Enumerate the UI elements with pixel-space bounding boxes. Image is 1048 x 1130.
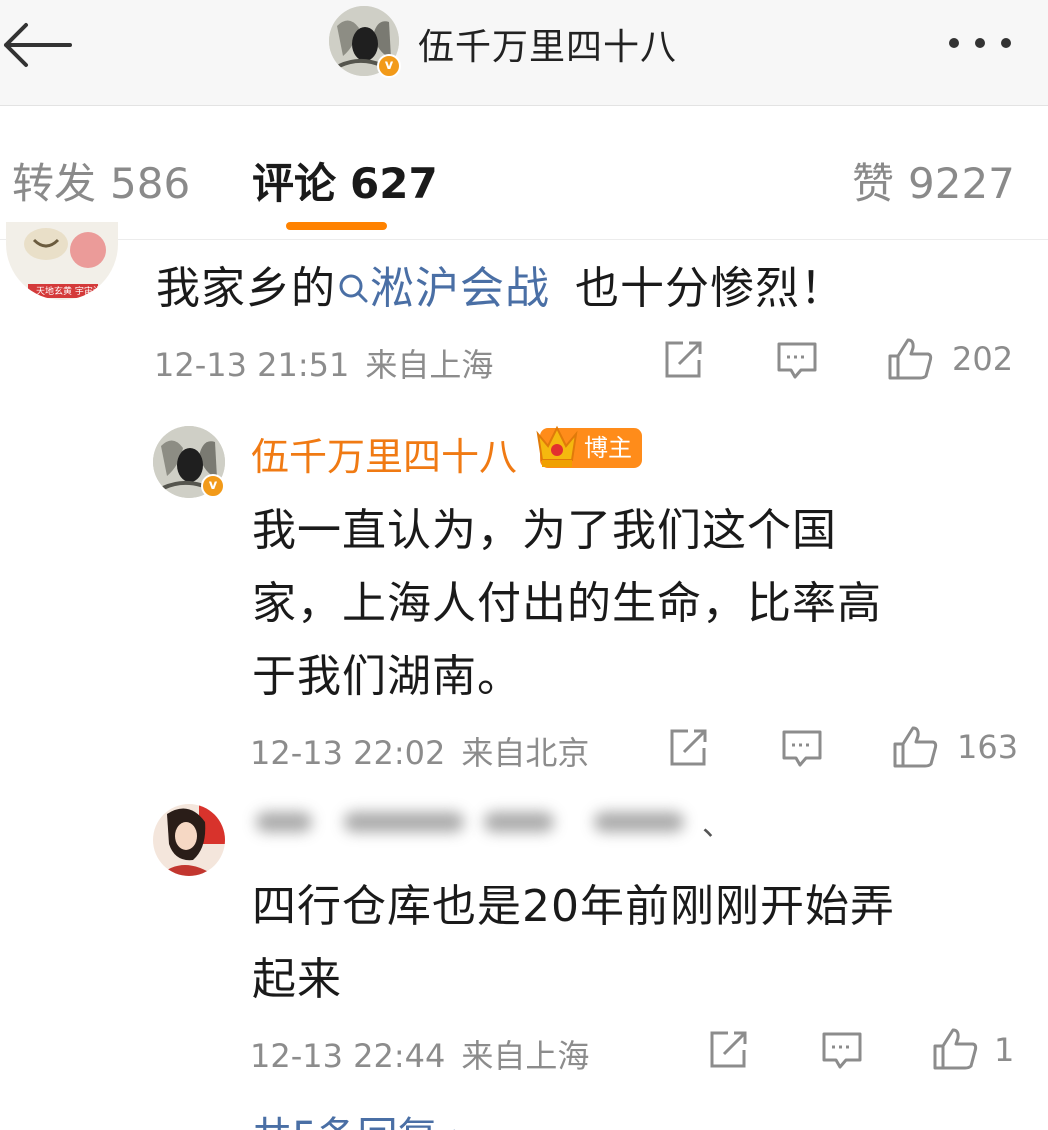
redacted-name [484, 812, 554, 832]
crown-icon [536, 425, 578, 467]
comment-text-after: 也十分惨烈！ [575, 263, 845, 314]
search-icon [339, 274, 368, 303]
back-button[interactable] [0, 20, 76, 70]
like-count: 1 [994, 1031, 1015, 1069]
like-icon[interactable] [931, 1026, 979, 1072]
blogger-badge: 博主 [536, 425, 642, 468]
tab-count: 586 [110, 159, 191, 208]
tab-count: 627 [350, 159, 438, 208]
verified-badge: v [201, 474, 225, 498]
redacted-name [344, 812, 464, 832]
comment-location: 来自上海 [461, 1037, 590, 1075]
comment-location: 来自北京 [461, 734, 590, 772]
tab-label: 评论 [252, 159, 337, 208]
comment-icon[interactable] [820, 1028, 864, 1072]
tab-label: 赞 [852, 159, 895, 208]
more-replies-link[interactable]: 共5条回复 › [252, 1104, 466, 1130]
comment-icon[interactable] [775, 338, 819, 382]
comment-time: 12-13 22:02 [250, 734, 446, 772]
commenter-avatar[interactable] [153, 804, 225, 876]
like-count: 202 [952, 340, 1014, 378]
comment-meta: 12-13 22:02 来自北京 [250, 728, 589, 774]
comment-text-line: 我一直认为，为了我们这个国 [252, 505, 837, 556]
comment-text: 我家乡的 淞沪会战 也十分惨烈！ [156, 252, 845, 316]
active-tab-indicator [286, 222, 387, 230]
tab-bar: 转发 586 评论 627 赞 9227 [0, 106, 1048, 240]
comment-icon[interactable] [780, 726, 824, 770]
repost-icon[interactable] [666, 726, 710, 770]
tab-likes[interactable]: 赞 9227 [852, 150, 1015, 211]
like-icon[interactable] [886, 336, 934, 382]
topic-text: 淞沪会战 [370, 263, 550, 314]
redacted-name [594, 812, 684, 832]
top-bar: v 伍千万里四十八 [0, 0, 1048, 106]
verified-badge: v [377, 54, 401, 78]
avatar-caption: 天地玄黄 宇宙洪荒 [36, 287, 111, 297]
tab-reposts[interactable]: 转发 586 [12, 150, 190, 211]
repost-icon[interactable] [706, 1028, 750, 1072]
more-dots-icon [949, 38, 1011, 48]
comment-text-line: 四行仓库也是20年前刚刚开始弄 [252, 881, 895, 932]
tab-label: 转发 [12, 159, 97, 208]
comment-meta: 12-13 22:44 来自上海 [250, 1031, 589, 1077]
comment-text-line: 起来 [252, 954, 342, 1005]
comment-text-line: 于我们湖南。 [252, 651, 522, 702]
more-options-button[interactable] [940, 28, 1020, 58]
back-arrow-icon [4, 23, 72, 67]
topic-link[interactable]: 淞沪会战 [336, 263, 550, 314]
like-icon[interactable] [891, 724, 939, 770]
blogger-badge-label: 博主 [584, 434, 632, 462]
comment-time: 12-13 22:44 [250, 1037, 446, 1075]
tab-count: 9227 [908, 159, 1015, 208]
redacted-name [256, 812, 312, 832]
like-count: 163 [957, 728, 1019, 766]
tab-comments[interactable]: 评论 627 [252, 150, 438, 211]
commenter-avatar[interactable]: 天地玄黄 宇宙洪荒 [6, 222, 118, 300]
comment-author[interactable]: 伍千万里四十八 [251, 426, 517, 481]
page-title: 伍千万里四十八 [418, 27, 678, 68]
comment-time: 12-13 21:51 [154, 346, 350, 384]
comment-text-before: 我家乡的 [156, 263, 336, 314]
comment-text-line: 家，上海人付出的生命，比率高 [252, 578, 882, 629]
author-name-suffix: 、 [702, 808, 732, 843]
comment-location: 来自上海 [365, 346, 494, 384]
repost-icon[interactable] [661, 338, 705, 382]
comment-meta: 12-13 21:51 来自上海 [154, 340, 493, 386]
